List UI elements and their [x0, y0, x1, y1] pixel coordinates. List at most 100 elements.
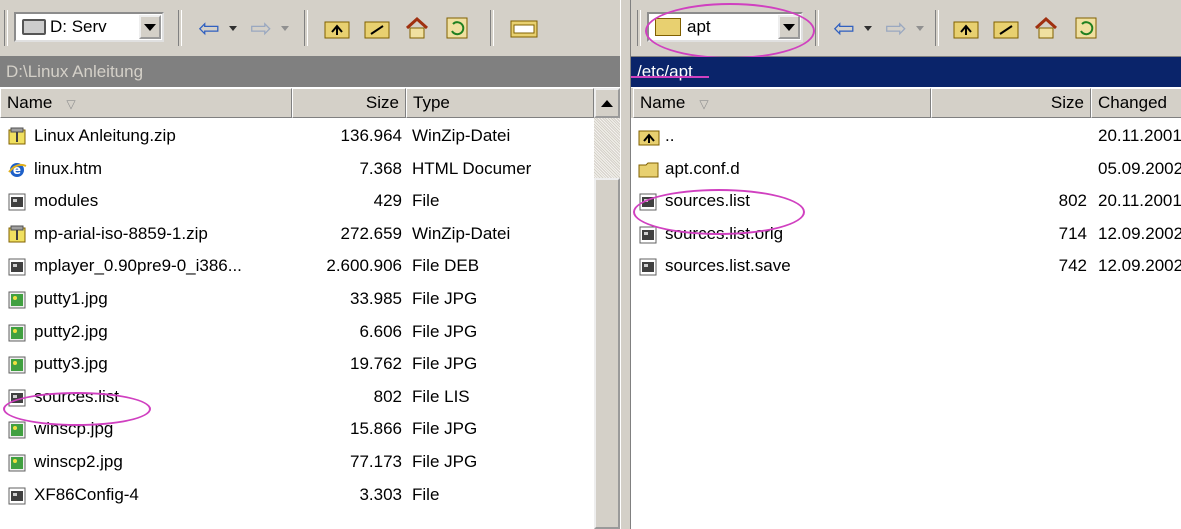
file-type: File JPG [412, 419, 478, 439]
remote-root-dir-button[interactable] [989, 12, 1023, 44]
back-history-dropdown[interactable] [226, 12, 240, 44]
file-type: File JPG [412, 354, 478, 374]
root-dir-button[interactable] [360, 12, 394, 44]
file-size: 33.985 [350, 288, 402, 308]
drive-combo-dropdown[interactable] [139, 15, 161, 39]
forward-arrow-icon: ⇨ [250, 13, 272, 43]
left-toolbar: D: Serv ⇦ ⇨ [0, 0, 620, 57]
file-row[interactable]: putty1.jpg 33.985 File JPG [0, 285, 620, 318]
changed-column-header[interactable]: Changed [1091, 88, 1181, 118]
parent-dir-button[interactable] [320, 12, 354, 44]
chevron-down-icon [229, 25, 237, 31]
file-row[interactable]: e linux.htm 7.368 HTML Documer [0, 155, 620, 188]
back-arrow-icon: ⇦ [833, 13, 855, 43]
drive-icon [22, 19, 46, 35]
left-vertical-scrollbar[interactable] [594, 88, 620, 529]
size-column-header[interactable]: Size [931, 88, 1091, 118]
drive-combo-value: D: Serv [50, 17, 107, 36]
remote-dir-combo[interactable]: apt [647, 12, 803, 42]
toolbar-separator [490, 10, 494, 46]
size-column-header[interactable]: Size [292, 88, 406, 118]
forward-history-dropdown[interactable] [278, 12, 292, 44]
type-column-header[interactable]: Type [406, 88, 594, 118]
file-icon [7, 257, 27, 277]
file-type: File DEB [412, 256, 480, 276]
file-name: modules [34, 191, 99, 211]
file-row[interactable]: mplayer_0.90pre9-0_i386... 2.600.906 File … [0, 252, 620, 285]
file-name: linux.htm [34, 158, 103, 178]
file-name: sources.list.save [665, 256, 791, 276]
refresh-button[interactable] [440, 12, 474, 44]
file-name: XF86Config-4 [34, 484, 139, 504]
file-changed-date: 05.09.2002 [1098, 158, 1181, 178]
remote-back-button[interactable]: ⇦ [827, 12, 861, 44]
file-name: putty1.jpg [34, 288, 108, 308]
open-folder-icon [510, 20, 538, 38]
file-row[interactable]: putty2.jpg 6.606 File JPG [0, 318, 620, 351]
file-row[interactable]: modules 429 File [0, 187, 620, 220]
file-size: 429 [373, 191, 402, 211]
sort-ascending-icon: ▽ [66, 97, 76, 111]
file-row[interactable]: winscp2.jpg 77.173 File JPG [0, 448, 620, 481]
home-button[interactable] [400, 12, 434, 44]
file-row[interactable]: winscp.jpg 15.866 File JPG [0, 415, 620, 448]
file-row[interactable]: sources.list.orig 714 12.09.2002 [631, 220, 1181, 253]
file-row[interactable]: Linux Anleitung.zip 136.964 WinZip-Datei [0, 122, 620, 155]
chevron-down-icon [281, 25, 289, 31]
back-button[interactable]: ⇦ [192, 12, 226, 44]
size-header-label: Size [365, 93, 399, 112]
name-column-header[interactable]: Name ▽ [0, 88, 292, 118]
home-icon [1034, 16, 1058, 39]
right-path-bar[interactable]: /etc/apt [631, 57, 1181, 87]
file-name: sources.list.orig [665, 223, 784, 243]
remote-forward-history-dropdown[interactable] [913, 12, 927, 44]
remote-parent-dir-button[interactable] [949, 12, 983, 44]
remote-dir-combo-value: apt [687, 17, 711, 36]
refresh-icon [1075, 17, 1097, 39]
file-row[interactable]: XF86Config-4 3.303 File [0, 481, 620, 514]
remote-refresh-button[interactable] [1069, 12, 1103, 44]
file-size: 19.762 [350, 354, 402, 374]
file-icon [638, 257, 658, 277]
file-name: putty2.jpg [34, 321, 108, 341]
file-size: 272.659 [340, 223, 402, 243]
file-name: winscp2.jpg [34, 451, 123, 471]
left-path-bar[interactable]: D:\Linux Anleitung [0, 57, 620, 87]
scroll-up-button[interactable] [594, 88, 620, 118]
file-name: sources.list [34, 386, 120, 406]
file-name: .. [665, 126, 675, 145]
remote-home-button[interactable] [1029, 12, 1063, 44]
file-icon [7, 192, 27, 212]
open-dir-button[interactable] [508, 12, 542, 44]
chevron-up-icon [601, 99, 613, 107]
file-name: apt.conf.d [665, 158, 740, 178]
file-row[interactable]: .. 20.11.2001 [631, 122, 1181, 155]
back-arrow-icon: ⇦ [198, 13, 220, 43]
file-size: 3.303 [359, 484, 402, 504]
remote-back-history-dropdown[interactable] [861, 12, 875, 44]
file-row[interactable]: sources.list.save 742 12.09.2002 [631, 252, 1181, 285]
remote-forward-button[interactable]: ⇨ [879, 12, 913, 44]
image-icon [7, 355, 27, 375]
file-icon [7, 388, 27, 408]
root-folder-icon [364, 21, 390, 39]
chevron-down-icon [916, 25, 924, 31]
remote-dir-combo-dropdown[interactable] [778, 15, 800, 39]
home-icon [405, 16, 429, 39]
forward-button[interactable]: ⇨ [244, 12, 278, 44]
file-changed-date: 20.11.2001 [1098, 126, 1181, 145]
pane-splitter[interactable] [620, 0, 631, 529]
changed-header-label: Changed [1098, 93, 1168, 112]
scroll-thumb[interactable] [594, 178, 620, 529]
file-changed-date: 20.11.2001 [1098, 191, 1181, 211]
file-type: File [412, 191, 440, 211]
file-row[interactable]: mp-arial-iso-8859-1.zip 272.659 WinZip-Dat… [0, 220, 620, 253]
file-row[interactable]: sources.list 802 20.11.2001 [631, 187, 1181, 220]
file-row[interactable]: apt.conf.d 05.09.2002 [631, 155, 1181, 188]
name-column-header[interactable]: Name ▽ [633, 88, 931, 118]
file-name: putty3.jpg [34, 354, 108, 374]
drive-combo[interactable]: D: Serv [14, 12, 164, 42]
file-size: 802 [373, 386, 402, 406]
file-row[interactable]: putty3.jpg 19.762 File JPG [0, 350, 620, 383]
file-row[interactable]: sources.list 802 File LIS [0, 383, 620, 416]
